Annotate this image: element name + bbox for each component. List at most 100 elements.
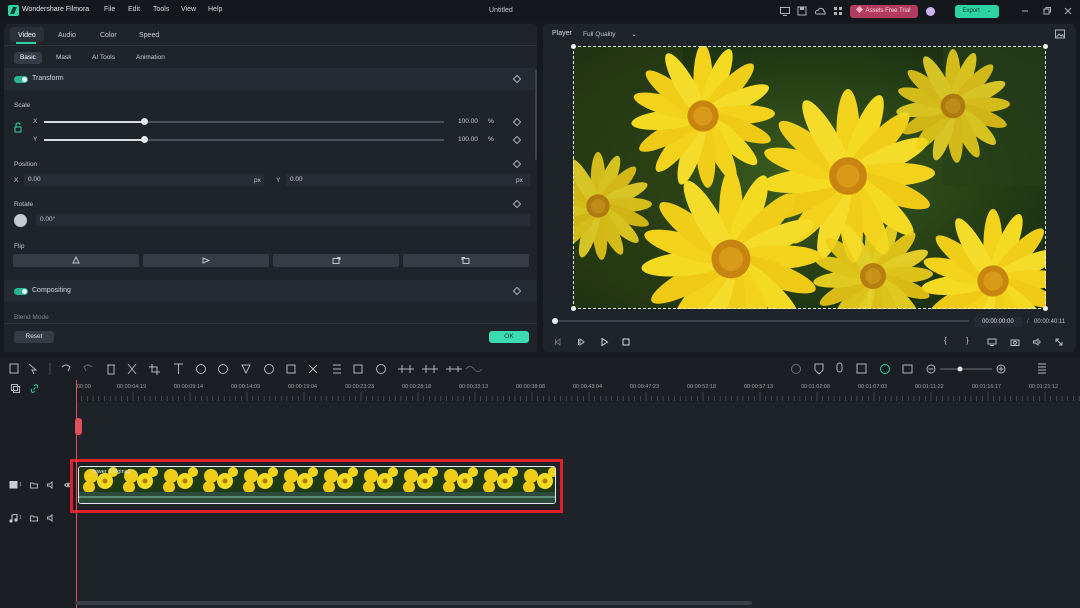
ruler-label: 00:01:11:22 <box>915 384 944 390</box>
mark-out-icon[interactable]: } <box>966 336 969 345</box>
timeline-scrollbar[interactable] <box>76 601 752 605</box>
scale-x-slider[interactable] <box>141 118 148 125</box>
app-name: Wondershare Filmora <box>22 6 90 13</box>
close-icon[interactable] <box>1062 5 1074 17</box>
rotate-counterclockwise-button[interactable] <box>403 254 529 267</box>
color-icon <box>218 364 228 374</box>
add-track-icon[interactable] <box>11 384 20 393</box>
rotate-clockwise-button[interactable] <box>273 254 399 267</box>
flip-vertical-button[interactable] <box>143 254 269 267</box>
grid-icon[interactable] <box>832 5 844 17</box>
camera-icon[interactable] <box>1010 337 1020 347</box>
link-icon[interactable] <box>30 384 39 393</box>
mark-in-icon[interactable]: { <box>944 336 947 345</box>
pip-icon <box>902 364 913 374</box>
previous-frame-icon[interactable] <box>553 337 563 347</box>
folder-icon[interactable] <box>30 514 38 522</box>
menu-view[interactable]: View <box>181 6 196 13</box>
subtab-animation[interactable]: Animation <box>130 52 171 64</box>
menu-edit[interactable]: Edit <box>128 6 140 13</box>
ruler-label: 00:01:02:08 <box>801 384 831 390</box>
compositing-section-header[interactable] <box>4 280 537 302</box>
position-y-unit: px <box>516 177 523 184</box>
scale-y-slider[interactable] <box>141 136 148 143</box>
scale-x-value[interactable]: 100.00 <box>458 118 478 125</box>
position-label: Position <box>14 161 38 168</box>
position-y-input[interactable]: 0.00 <box>286 174 530 186</box>
restore-icon[interactable] <box>1041 5 1053 17</box>
selection-border[interactable] <box>573 46 1046 309</box>
export-button[interactable]: Export ⌄ <box>955 5 999 18</box>
props-scrollbar[interactable] <box>535 70 537 160</box>
flip-vertical-icon <box>202 257 211 264</box>
beat-icon <box>465 366 483 372</box>
subtab-basic[interactable]: Basic <box>14 52 42 64</box>
subtab-ai-tools[interactable]: AI Tools <box>86 52 121 64</box>
menu-tools[interactable]: Tools <box>153 6 169 13</box>
playback-scrubber[interactable] <box>552 318 558 324</box>
scale-y-value[interactable]: 100.00 <box>458 136 478 143</box>
position-y-value: 0.00 <box>290 176 303 183</box>
tab-speed[interactable]: Speed <box>139 32 159 39</box>
track-headers <box>0 380 76 608</box>
monitor-icon[interactable] <box>779 5 791 17</box>
chevron-down-icon: ⌄ <box>986 8 992 14</box>
folder-icon[interactable] <box>30 481 38 489</box>
display-icon[interactable] <box>987 337 997 347</box>
stop-icon[interactable] <box>621 337 631 347</box>
avatar[interactable] <box>926 7 935 16</box>
assets-free-trial-button[interactable]: Assets Free Trial <box>850 5 918 18</box>
resize-handle[interactable] <box>571 44 576 49</box>
playhead[interactable] <box>76 380 77 608</box>
snapshot-icon[interactable] <box>1054 28 1066 40</box>
flip-horizontal-button[interactable] <box>13 254 139 267</box>
rotate-input[interactable]: 0.00° <box>36 214 530 226</box>
rotate-dial-icon[interactable] <box>14 214 27 227</box>
compositing-toggle[interactable] <box>14 288 28 295</box>
quality-dropdown[interactable]: Full Quality ⌄ <box>583 30 637 38</box>
export-button-label: Export <box>962 8 980 14</box>
ruler-label: 00:00:14:09 <box>231 384 261 390</box>
tab-video[interactable]: Video <box>18 32 36 39</box>
tab-audio[interactable]: Audio <box>58 32 76 39</box>
redo-icon <box>83 364 93 372</box>
rotate-label: Rotate <box>14 201 34 208</box>
transform-section-header[interactable] <box>4 68 537 90</box>
resize-handle[interactable] <box>1043 44 1048 49</box>
ruler-label: 00:00:43:04 <box>573 384 603 390</box>
undo-icon <box>61 364 71 372</box>
play-icon[interactable] <box>599 337 609 347</box>
ruler-label: 00:01:21:12 <box>1029 384 1059 390</box>
volume-icon[interactable] <box>1032 337 1042 347</box>
tab-divider <box>4 45 537 46</box>
transform-label: Transform <box>32 75 64 82</box>
step-forward-icon[interactable] <box>576 337 586 347</box>
position-x-input[interactable]: 0.00 <box>24 174 264 186</box>
minimize-icon[interactable] <box>1019 5 1031 17</box>
ruler-label: 00:01:07:03 <box>858 384 888 390</box>
save-icon[interactable] <box>796 5 808 17</box>
ok-button[interactable]: OK <box>489 331 529 343</box>
cloud-icon[interactable] <box>814 5 826 17</box>
reset-button[interactable]: Reset <box>14 331 54 343</box>
speaker-icon[interactable] <box>47 514 55 522</box>
music-note-icon <box>9 514 19 523</box>
resize-handle[interactable] <box>571 306 576 311</box>
resize-handle[interactable] <box>1043 306 1048 311</box>
ruler-label: 00:00:33:13 <box>459 384 489 390</box>
blend-mode-label: Blend Mode <box>14 314 49 321</box>
ruler-label: 00:00:52:18 <box>687 384 717 390</box>
lock-icon[interactable] <box>14 122 22 134</box>
subtab-mask[interactable]: Mask <box>50 52 78 64</box>
playhead-handle[interactable] <box>75 418 82 435</box>
snap-icon <box>880 364 890 374</box>
playback-progress-track[interactable] <box>555 320 969 322</box>
transform-toggle[interactable] <box>14 76 28 83</box>
speaker-icon[interactable] <box>47 481 55 489</box>
tab-color[interactable]: Color <box>100 32 117 39</box>
speed-icon <box>196 364 206 374</box>
stabilize-icon <box>286 364 296 374</box>
fullscreen-icon[interactable] <box>1054 337 1064 347</box>
menu-file[interactable]: File <box>104 6 115 13</box>
menu-help[interactable]: Help <box>208 6 222 13</box>
